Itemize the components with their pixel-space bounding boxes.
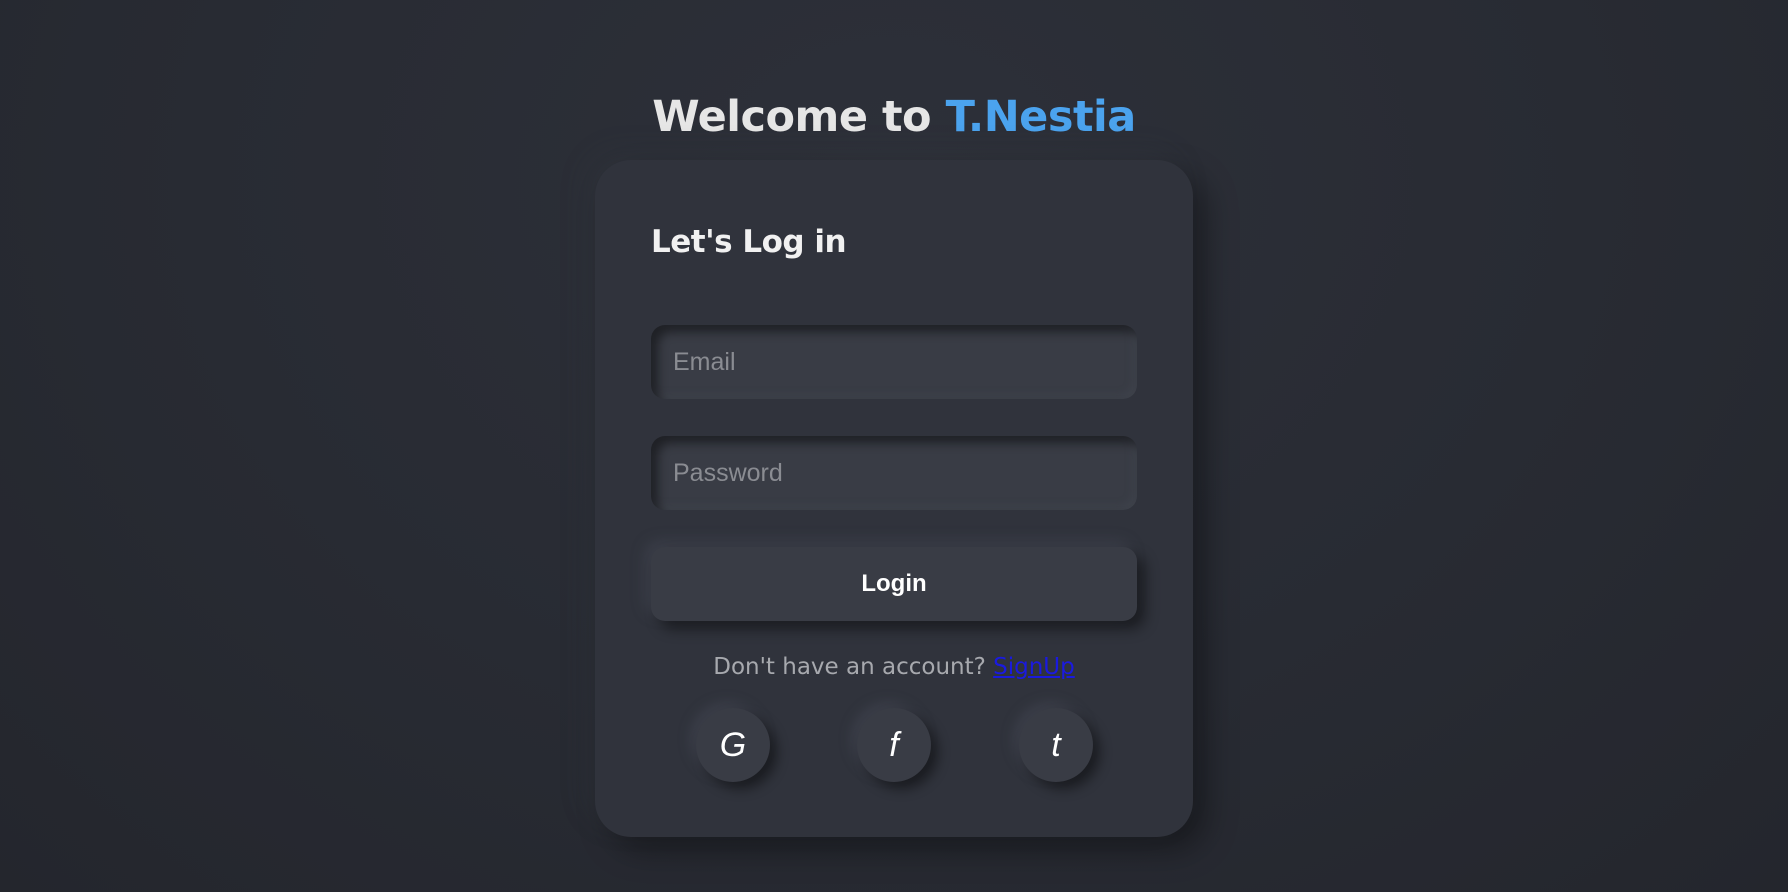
facebook-login-button[interactable]: f [857, 708, 931, 782]
facebook-icon: f [889, 725, 899, 764]
twitter-icon: t [1051, 725, 1061, 764]
welcome-prefix: Welcome to [652, 91, 946, 142]
page-title: Welcome to T.Nestia [0, 87, 1788, 147]
brand-name: T.Nestia [945, 91, 1137, 142]
signup-link[interactable]: SignUp [993, 654, 1075, 680]
login-card: Let's Log in Login Don't have an account… [595, 160, 1193, 837]
login-button[interactable]: Login [651, 547, 1137, 621]
twitter-login-button[interactable]: t [1019, 708, 1093, 782]
email-input[interactable] [651, 325, 1137, 399]
login-card-title: Let's Log in [651, 224, 847, 260]
google-login-button[interactable]: G [696, 708, 770, 782]
password-input[interactable] [651, 436, 1137, 510]
google-icon: G [719, 725, 747, 764]
signup-prompt-row: Don't have an account? SignUp [595, 650, 1193, 684]
signup-prompt-text: Don't have an account? [713, 654, 994, 680]
